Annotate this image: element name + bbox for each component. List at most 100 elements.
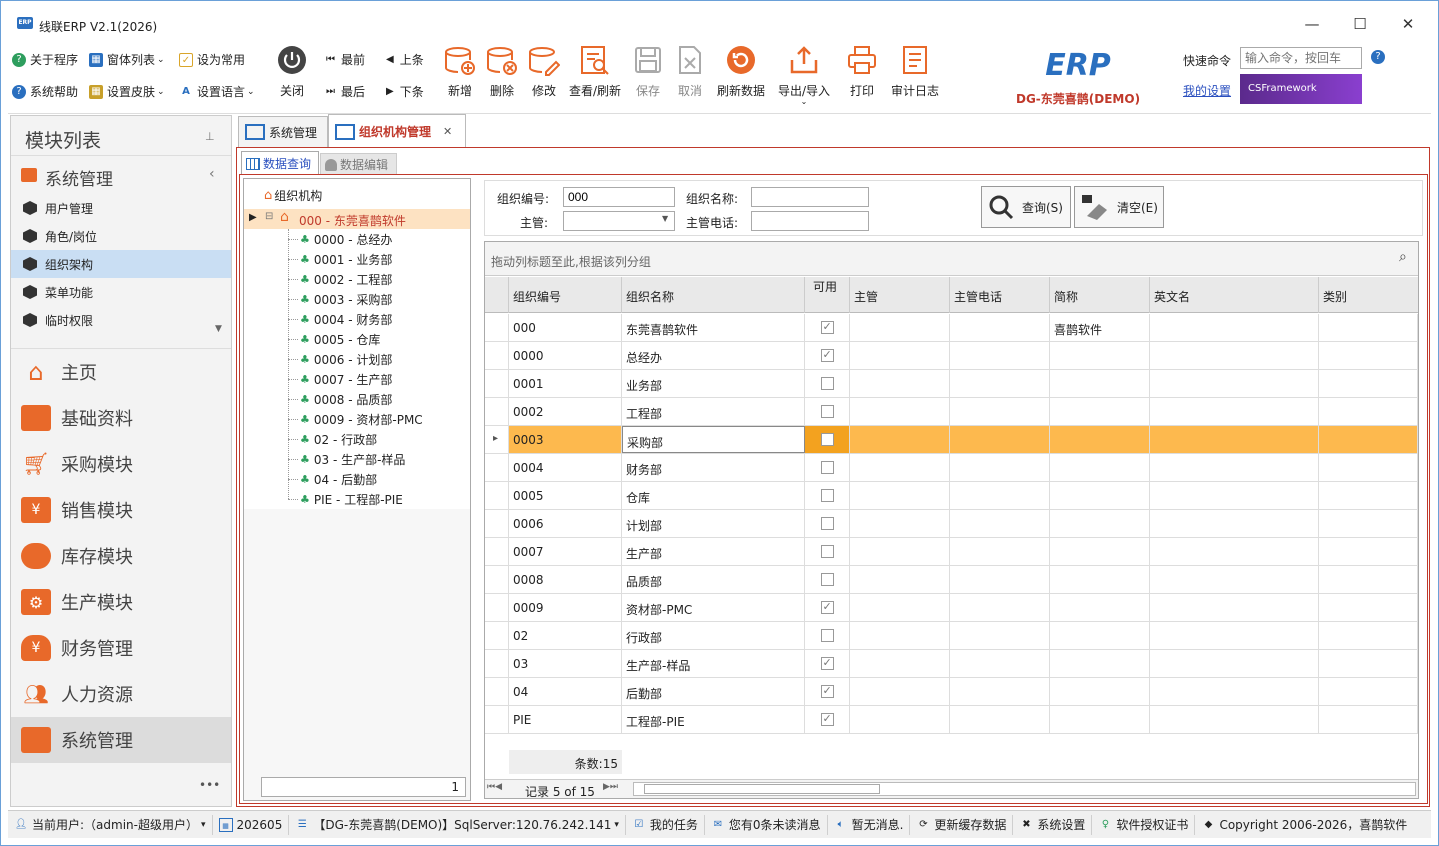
cell-org-name[interactable]: 生产部 xyxy=(622,538,805,565)
manager-phone-input[interactable] xyxy=(751,211,869,231)
tree-node[interactable]: ♣ 03 - 生产部-样品 xyxy=(288,449,470,469)
table-row[interactable]: ▸ 0003 采购部 xyxy=(485,426,1418,454)
close-window-button[interactable]: ✕ xyxy=(1396,13,1420,35)
maximize-button[interactable]: ☐ xyxy=(1348,13,1372,35)
cell-empty[interactable] xyxy=(1319,370,1418,397)
cell-short-name[interactable] xyxy=(1050,678,1150,705)
quick-command-input[interactable] xyxy=(1240,47,1362,69)
scroll-down-icon[interactable]: ▼ xyxy=(215,324,222,334)
status-tasks[interactable]: ☑ 我的任务 xyxy=(626,814,705,835)
favorite-button[interactable]: ✓ 设为常用 xyxy=(179,50,245,70)
module-system[interactable]: 系统管理 xyxy=(11,717,231,763)
module-production[interactable]: ⚙ 生产模块 xyxy=(11,579,231,625)
group-panel[interactable]: 拖动列标题至此,根据该列分组 ⌕ xyxy=(485,242,1418,276)
cell-empty[interactable] xyxy=(1319,650,1418,677)
cell-empty[interactable] xyxy=(1150,566,1319,593)
enabled-checkbox[interactable] xyxy=(820,600,834,614)
cell-empty[interactable] xyxy=(950,510,1050,537)
table-row[interactable]: 02 行政部 xyxy=(485,622,1418,650)
cell-empty[interactable] xyxy=(1319,314,1418,341)
cell-empty[interactable] xyxy=(850,314,950,341)
cancel-button[interactable]: 取消 xyxy=(670,44,710,106)
cell-org-code[interactable]: 0001 xyxy=(509,370,622,397)
cell-short-name[interactable] xyxy=(1050,650,1150,677)
prev-record-button[interactable]: ◀ 上条 xyxy=(386,50,424,70)
cell-empty[interactable] xyxy=(1319,538,1418,565)
cell-empty[interactable] xyxy=(950,594,1050,621)
cell-short-name[interactable] xyxy=(1050,538,1150,565)
status-cache[interactable]: ⟳ 更新缓存数据 xyxy=(910,814,1014,835)
cell-empty[interactable] xyxy=(950,426,1050,453)
col-manager-phone[interactable]: 主管电话 xyxy=(950,277,1050,313)
enabled-checkbox[interactable] xyxy=(820,517,834,530)
cell-enabled[interactable] xyxy=(805,342,850,369)
cell-empty[interactable] xyxy=(850,426,950,453)
sub-item-temp[interactable]: 临时权限 xyxy=(11,306,231,334)
cell-empty[interactable] xyxy=(1319,398,1418,425)
cell-org-name[interactable]: 工程部-PIE xyxy=(622,706,805,733)
cell-org-name[interactable]: 工程部 xyxy=(622,398,805,425)
more-button[interactable]: ••• xyxy=(199,778,220,792)
cell-org-code[interactable]: PIE xyxy=(509,706,622,733)
cell-short-name[interactable] xyxy=(1050,482,1150,509)
col-enabled[interactable]: 可用 xyxy=(805,277,850,313)
table-row[interactable]: 03 生产部-样品 xyxy=(485,650,1418,678)
cell-enabled[interactable] xyxy=(805,398,850,425)
cell-empty[interactable] xyxy=(1319,594,1418,621)
cell-empty[interactable] xyxy=(950,342,1050,369)
cell-empty[interactable] xyxy=(950,370,1050,397)
help-icon[interactable]: ? xyxy=(1371,50,1385,64)
status-user[interactable]: 👤︎ 当前用户:（admin-超级用户） ▾ xyxy=(8,814,213,835)
enabled-checkbox[interactable] xyxy=(820,461,834,474)
table-row[interactable]: 0006 计划部 xyxy=(485,510,1418,538)
cell-empty[interactable] xyxy=(1150,342,1319,369)
tab-data-query[interactable]: 数据查询 xyxy=(241,151,319,175)
cell-org-name[interactable]: 财务部 xyxy=(622,454,805,481)
tree-node[interactable]: ♣ 02 - 行政部 xyxy=(288,429,470,449)
cell-empty[interactable] xyxy=(950,706,1050,733)
module-inventory[interactable]: 库存模块 xyxy=(11,533,231,579)
cell-enabled[interactable] xyxy=(805,594,850,621)
tab-system[interactable]: 系统管理 xyxy=(238,116,328,147)
cell-enabled[interactable] xyxy=(805,370,850,397)
cell-short-name[interactable] xyxy=(1050,342,1150,369)
about-button[interactable]: ? 关于程序 xyxy=(12,50,78,70)
cell-org-code[interactable]: 0006 xyxy=(509,510,622,537)
cell-org-name[interactable]: 计划部 xyxy=(622,510,805,537)
cell-empty[interactable] xyxy=(1319,678,1418,705)
minimize-button[interactable]: — xyxy=(1300,13,1324,35)
module-finance[interactable]: ¥ 财务管理 xyxy=(11,625,231,671)
table-row[interactable]: 0000 总经办 xyxy=(485,342,1418,370)
cell-enabled[interactable] xyxy=(805,510,850,537)
status-messages[interactable]: ✉ 您有0条未读消息 xyxy=(705,814,828,835)
org-code-input[interactable] xyxy=(563,187,675,207)
cell-empty[interactable] xyxy=(1150,482,1319,509)
cell-empty[interactable] xyxy=(850,622,950,649)
search-icon[interactable]: ⌕ xyxy=(1399,249,1407,265)
sub-item-org[interactable]: 组织架构 xyxy=(11,250,231,278)
group-header[interactable]: 系统管理 ‹ xyxy=(11,162,231,190)
tree-node[interactable]: ♣ 0007 - 生产部 xyxy=(288,369,470,389)
cell-empty[interactable] xyxy=(1319,426,1418,453)
cell-short-name[interactable] xyxy=(1050,622,1150,649)
table-row[interactable]: PIE 工程部-PIE xyxy=(485,706,1418,734)
module-basic[interactable]: 基础资料 xyxy=(11,395,231,441)
cell-empty[interactable] xyxy=(1150,622,1319,649)
cell-empty[interactable] xyxy=(1150,370,1319,397)
tree-node[interactable]: ♣ 0000 - 总经办 xyxy=(288,229,470,249)
tree-node[interactable]: ♣ 0002 - 工程部 xyxy=(288,269,470,289)
cell-empty[interactable] xyxy=(1150,398,1319,425)
cell-empty[interactable] xyxy=(950,678,1050,705)
tree-node[interactable]: ♣ 0001 - 业务部 xyxy=(288,249,470,269)
table-row[interactable]: 0002 工程部 xyxy=(485,398,1418,426)
cell-enabled[interactable] xyxy=(805,650,850,677)
cell-short-name[interactable] xyxy=(1050,566,1150,593)
enabled-checkbox[interactable] xyxy=(820,629,834,642)
close-module-button[interactable]: 关闭 xyxy=(274,44,310,106)
tree-node[interactable]: ♣ 0008 - 品质部 xyxy=(288,389,470,409)
cell-empty[interactable] xyxy=(950,538,1050,565)
module-purchase[interactable]: 🛒︎ 采购模块 xyxy=(11,441,231,487)
cell-enabled[interactable] xyxy=(805,538,850,565)
cell-short-name[interactable]: 喜鹊软件 xyxy=(1050,314,1150,341)
table-row[interactable]: 04 后勤部 xyxy=(485,678,1418,706)
